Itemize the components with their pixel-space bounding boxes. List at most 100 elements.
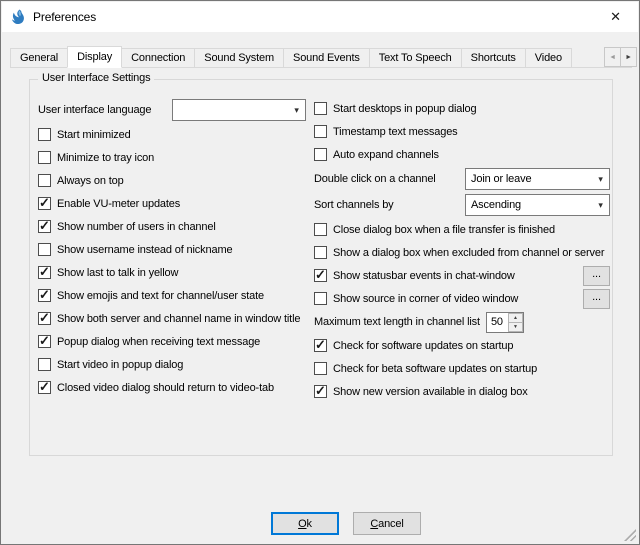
check-icon: ✓ [39, 333, 50, 349]
checkbox-label: Timestamp text messages [333, 126, 458, 138]
cancel-button[interactable]: Cancel [353, 512, 421, 535]
sort-channels-combobox[interactable]: Ascending ▾ [465, 194, 610, 216]
checkbox-close-on-transfer[interactable]: ✓ Close dialog box when a file transfer … [314, 218, 610, 241]
ok-label: Ok [298, 518, 312, 530]
checkbox-label: Show number of users in channel [57, 221, 216, 233]
tab-sound-events[interactable]: Sound Events [283, 48, 370, 68]
tab-label: Text To Speech [379, 52, 452, 64]
checkbox-label: Start minimized [57, 129, 131, 141]
checkbox-label: Check for software updates on startup [333, 340, 513, 352]
checkbox-label: Auto expand channels [333, 149, 439, 161]
checkbox-timestamp-messages[interactable]: ✓ Timestamp text messages [314, 120, 610, 143]
checkbox-label: Start video in popup dialog [57, 359, 183, 371]
checkbox-box: ✓ [314, 269, 327, 282]
checkbox-minimize-to-tray[interactable]: ✓ Minimize to tray icon [38, 146, 314, 169]
tab-bar: General Display Connection Sound System … [10, 46, 616, 68]
checkbox-start-minimized[interactable]: ✓ Start minimized [38, 123, 314, 146]
checkbox-label: Check for beta software updates on start… [333, 363, 537, 375]
check-icon: ✓ [39, 218, 50, 234]
tab-sound-system[interactable]: Sound System [194, 48, 284, 68]
preferences-window: Preferences ✕ General Display Connection… [0, 0, 640, 545]
tab-text-to-speech[interactable]: Text To Speech [369, 48, 462, 68]
checkbox-show-user-count[interactable]: ✓ Show number of users in channel [38, 215, 314, 238]
chevron-down-icon: ▾ [288, 105, 305, 116]
video-source-row: ✓ Show source in corner of video window … [314, 287, 610, 310]
checkbox-box: ✓ [314, 102, 327, 115]
arrow-right-icon: ► [625, 54, 632, 61]
checkbox-box: ✓ [314, 223, 327, 236]
tab-display[interactable]: Display [67, 46, 122, 68]
ok-button[interactable]: Ok [271, 512, 339, 535]
max-text-length-row: Maximum text length in channel list 50 ▲… [314, 310, 610, 334]
resize-grip[interactable] [624, 529, 636, 541]
spin-down-button[interactable]: ▼ [508, 322, 523, 332]
checkbox-box: ✓ [314, 292, 327, 305]
checkbox-statusbar-events[interactable]: ✓ Show statusbar events in chat-window [314, 269, 515, 282]
check-icon: ✓ [315, 337, 326, 353]
checkbox-box: ✓ [38, 197, 51, 210]
sort-channels-row: Sort channels by Ascending ▾ [314, 192, 610, 218]
checkbox-label: Popup dialog when receiving text message [57, 336, 260, 348]
checkbox-label: Show emojis and text for channel/user st… [57, 290, 264, 302]
checkbox-box: ✓ [38, 151, 51, 164]
statusbar-events-ellipsis-button[interactable]: ... [583, 266, 610, 286]
language-combobox[interactable]: ▾ [172, 99, 306, 121]
checkbox-popup-text-message[interactable]: ✓ Popup dialog when receiving text messa… [38, 330, 314, 353]
checkbox-box: ✓ [314, 246, 327, 259]
checkbox-emojis-text-state[interactable]: ✓ Show emojis and text for channel/user … [38, 284, 314, 307]
checkbox-label: Show username instead of nickname [57, 244, 232, 256]
checkbox-start-video-popup[interactable]: ✓ Start video in popup dialog [38, 353, 314, 376]
checkbox-box: ✓ [38, 335, 51, 348]
check-icon: ✓ [39, 287, 50, 303]
tab-shortcuts[interactable]: Shortcuts [461, 48, 526, 68]
statusbar-events-row: ✓ Show statusbar events in chat-window .… [314, 264, 610, 287]
left-column: User interface language ▾ ✓ Start minimi… [38, 97, 314, 399]
checkbox-server-channel-title[interactable]: ✓ Show both server and channel name in w… [38, 307, 314, 330]
checkbox-label: Start desktops in popup dialog [333, 103, 477, 115]
checkbox-software-updates[interactable]: ✓ Check for software updates on startup [314, 334, 610, 357]
max-text-length-spinbox[interactable]: 50 ▲ ▼ [486, 312, 524, 333]
checkbox-label: Closed video dialog should return to vid… [57, 382, 274, 394]
tab-general[interactable]: General [10, 48, 68, 68]
checkbox-show-username[interactable]: ✓ Show username instead of nickname [38, 238, 314, 261]
checkbox-box: ✓ [38, 289, 51, 302]
tab-label: Sound Events [293, 52, 360, 64]
checkbox-box: ✓ [38, 358, 51, 371]
checkbox-dialog-when-excluded[interactable]: ✓ Show a dialog box when excluded from c… [314, 241, 610, 264]
checkbox-auto-expand-channels[interactable]: ✓ Auto expand channels [314, 143, 610, 166]
checkbox-video-source-corner[interactable]: ✓ Show source in corner of video window [314, 292, 518, 305]
tab-connection[interactable]: Connection [121, 48, 195, 68]
right-column: ✓ Start desktops in popup dialog ✓ Times… [314, 97, 610, 403]
double-click-combobox[interactable]: Join or leave ▾ [465, 168, 610, 190]
combobox-value: Join or leave [466, 173, 592, 185]
checkbox-box: ✓ [38, 381, 51, 394]
checkbox-vu-meter-updates[interactable]: ✓ Enable VU-meter updates [38, 192, 314, 215]
video-source-ellipsis-button[interactable]: ... [583, 289, 610, 309]
checkbox-label: Show both server and channel name in win… [57, 313, 300, 325]
checkbox-always-on-top[interactable]: ✓ Always on top [38, 169, 314, 192]
checkbox-last-talk-yellow[interactable]: ✓ Show last to talk in yellow [38, 261, 314, 284]
arrow-up-icon: ▲ [513, 315, 518, 321]
checkbox-start-desktops-popup[interactable]: ✓ Start desktops in popup dialog [314, 97, 610, 120]
checkbox-box: ✓ [38, 220, 51, 233]
ellipsis-label: ... [592, 268, 601, 280]
tab-label: Display [77, 51, 112, 63]
tab-scroll-left-button[interactable]: ◄ [604, 47, 621, 67]
tab-video[interactable]: Video [525, 48, 572, 68]
language-row: User interface language ▾ [38, 97, 314, 123]
close-button[interactable]: ✕ [593, 2, 638, 32]
check-icon: ✓ [39, 195, 50, 211]
titlebar[interactable]: Preferences ✕ [2, 2, 638, 32]
checkbox-box: ✓ [314, 385, 327, 398]
checkbox-closed-video-return[interactable]: ✓ Closed video dialog should return to v… [38, 376, 314, 399]
checkbox-label: Show statusbar events in chat-window [333, 270, 515, 282]
check-icon: ✓ [39, 379, 50, 395]
checkbox-new-version-dialog[interactable]: ✓ Show new version available in dialog b… [314, 380, 610, 403]
checkbox-beta-updates[interactable]: ✓ Check for beta software updates on sta… [314, 357, 610, 380]
ellipsis-label: ... [592, 291, 601, 303]
tab-label: General [20, 52, 58, 64]
chevron-down-icon: ▾ [592, 200, 609, 211]
tab-scroll-right-button[interactable]: ► [620, 47, 637, 67]
checkbox-box: ✓ [38, 266, 51, 279]
window-title: Preferences [33, 10, 96, 24]
